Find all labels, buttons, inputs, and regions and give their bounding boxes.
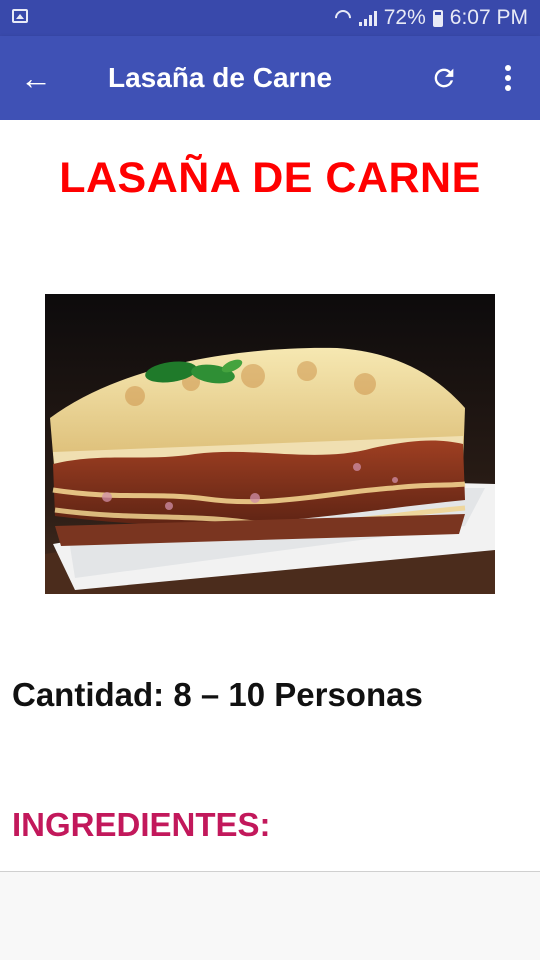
signal-icon [358, 10, 377, 26]
refresh-button[interactable] [416, 36, 472, 120]
refresh-icon [434, 68, 454, 88]
status-bar: 72% 6:07 PM [0, 0, 540, 36]
battery-icon [432, 9, 443, 27]
wifi-icon [334, 10, 352, 26]
battery-percent: 72% [383, 6, 426, 29]
ingredients-heading: INGREDIENTES: [12, 806, 271, 843]
servings-text: Cantidad: 8 – 10 Personas [12, 676, 423, 713]
recipe-title: LASAÑA DE CARNE [59, 154, 481, 202]
app-title: Lasaña de Carne [108, 62, 333, 93]
bottom-area [0, 872, 540, 960]
more-options-button[interactable] [480, 36, 536, 120]
image-icon [12, 9, 28, 23]
lasagna-photo [45, 294, 495, 594]
more-vert-icon [505, 65, 511, 91]
app-bar: ← Lasaña de Carne [0, 36, 540, 120]
lasagna-illustration [45, 294, 495, 594]
recipe-content: LASAÑA DE CARNE Cantidad: 8 – 10 Persona… [0, 120, 540, 872]
status-time: 6:07 PM [449, 6, 528, 29]
back-arrow-icon: ← [20, 59, 52, 96]
status-indicators: 72% 6:07 PM [334, 6, 528, 30]
back-button[interactable]: ← [8, 36, 64, 120]
